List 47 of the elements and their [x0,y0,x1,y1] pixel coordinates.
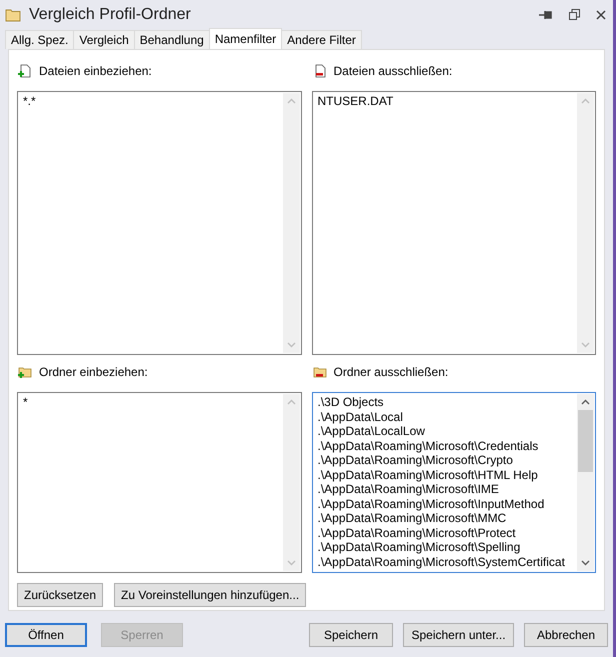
list-label: Dateien ausschließen: [334,63,452,80]
scroll-up-icon[interactable] [581,399,590,405]
scrollbar[interactable] [577,394,594,571]
list-item[interactable]: .\AppData\Roaming\Microsoft\InputMethod [318,496,577,511]
list-label: Ordner einbeziehen: [39,364,148,381]
document-plus-icon [18,64,32,78]
document-minus-icon [312,64,326,78]
list-item[interactable]: .\AppData\Roaming\Microsoft\Protect [318,526,577,540]
list-label: Ordner ausschließen: [334,364,448,381]
panel-button[interactable]: Zurücksetzen [17,583,104,607]
filter-list[interactable] [312,392,596,573]
filter-list[interactable]: NTUSER.DAT [312,91,596,355]
window-title: Vergleich Profil-Ordner [29,4,191,24]
folder-plus-icon [18,365,32,379]
tab[interactable]: Andere Filter [281,30,362,49]
list-item[interactable]: .\AppData\Roaming\Microsoft\IME [318,482,577,496]
filter-list[interactable]: * [17,392,302,573]
list-item[interactable]: .\AppData\Roaming\Microsoft\MMC [318,511,577,526]
tab[interactable]: Namenfilter [208,28,282,49]
tab[interactable]: Vergleich [73,30,135,49]
list-item[interactable]: .\3D Objects [318,395,577,410]
panel-button[interactable]: Zu Voreinstellungen hinzufügen... [114,583,306,607]
pin-icon[interactable] [539,10,553,20]
list-item[interactable]: .\AppData\Roaming\Microsoft\Crypto [318,453,577,468]
dialog-button[interactable]: Speichern unter... [403,623,514,647]
folder-minus-icon [312,365,326,379]
list-item[interactable]: .\AppData\Roaming\Microsoft\HTML Help [318,468,577,482]
dialog-button[interactable]: Abbrechen [524,623,608,647]
close-icon[interactable] [596,10,606,20]
list-item[interactable]: *.* [23,94,282,108]
list-item[interactable]: .\AppData\Roaming\Microsoft\Spelling [318,540,577,554]
list-item[interactable]: .\AppData\Local [318,410,577,424]
filter-list[interactable]: *.* [17,91,302,355]
tab[interactable]: Allg. Spez. [5,30,74,49]
scroll-down-icon[interactable] [581,560,590,566]
list-item[interactable]: NTUSER.DAT [318,94,577,108]
list-item[interactable]: .\AppData\Roaming\Microsoft\SystemCertificat [318,554,577,569]
list-item[interactable]: .\AppData\LocalLow [318,424,577,438]
folder-icon [5,8,21,22]
tab[interactable]: Behandlung [134,30,210,49]
dialog-button[interactable]: Öffnen [5,623,87,647]
list-label: Dateien einbeziehen: [39,63,152,80]
restore-icon[interactable] [569,9,580,20]
dialog-button[interactable]: Speichern [309,623,393,647]
list-item[interactable]: .\AppData\Roaming\Microsoft\Credentials [318,438,577,453]
list-item[interactable]: * [23,395,282,410]
scroll-thumb[interactable] [578,410,593,472]
